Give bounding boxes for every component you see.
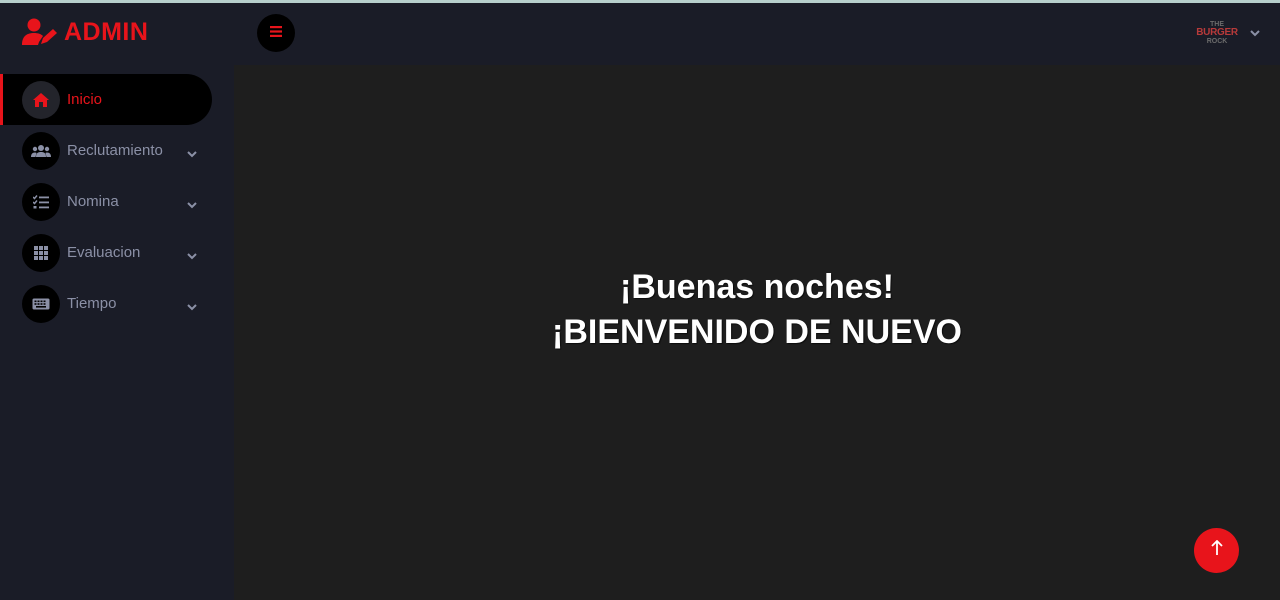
tasks-icon bbox=[22, 182, 60, 221]
arrow-up-icon bbox=[1210, 539, 1223, 561]
welcome-text: ¡BIENVENIDO DE NUEVO bbox=[552, 313, 962, 351]
chevron-down-icon bbox=[187, 298, 197, 316]
topbar: THE BURGER ROCK bbox=[234, 3, 1280, 65]
main-content: ¡Buenas noches! ¡BIENVENIDO DE NUEVO bbox=[234, 65, 1280, 600]
users-icon bbox=[22, 131, 60, 170]
greeting-text: ¡Buenas noches! bbox=[620, 268, 894, 306]
chevron-down-icon bbox=[187, 247, 197, 265]
company-logo: THE BURGER ROCK bbox=[1196, 17, 1238, 49]
sidebar-item-tiempo[interactable]: Tiempo bbox=[0, 278, 234, 329]
sidebar-item-nomina[interactable]: Nomina bbox=[0, 176, 234, 227]
sidebar-item-evaluacion[interactable]: Evaluacion bbox=[0, 227, 234, 278]
sidebar-item-label: Evaluacion bbox=[67, 244, 141, 261]
sidebar-menu: Inicio Reclutamiento Nomina Evaluacion T… bbox=[0, 74, 234, 329]
chevron-down-icon bbox=[1250, 24, 1260, 42]
brand[interactable]: ADMIN bbox=[22, 17, 148, 47]
home-icon bbox=[22, 80, 60, 119]
chevron-down-icon bbox=[187, 145, 197, 163]
menu-toggle-button[interactable] bbox=[257, 14, 295, 52]
logo-line-2: BURGER bbox=[1196, 27, 1238, 38]
sidebar-item-label: Tiempo bbox=[67, 295, 117, 312]
sidebar-item-label: Nomina bbox=[67, 193, 119, 210]
sidebar-item-inicio[interactable]: Inicio bbox=[0, 74, 212, 125]
sidebar-item-label: Reclutamiento bbox=[67, 142, 163, 159]
logo-line-3: ROCK bbox=[1206, 38, 1228, 45]
sidebar-item-reclutamiento[interactable]: Reclutamiento bbox=[0, 125, 234, 176]
keyboard-icon bbox=[22, 284, 60, 323]
scroll-to-top-button[interactable] bbox=[1194, 528, 1239, 573]
sidebar-item-label: Inicio bbox=[67, 91, 103, 108]
bars-icon bbox=[270, 24, 282, 42]
grid-icon bbox=[22, 233, 60, 272]
chevron-down-icon bbox=[187, 196, 197, 214]
sidebar: ADMIN Inicio Reclutamiento Nomina Evalua… bbox=[0, 3, 234, 600]
user-menu-toggle[interactable]: THE BURGER ROCK bbox=[1196, 16, 1260, 50]
welcome-message: ¡Buenas noches! ¡BIENVENIDO DE NUEVO bbox=[234, 265, 1280, 355]
user-edit-icon bbox=[22, 18, 58, 46]
brand-title: ADMIN bbox=[64, 17, 149, 46]
